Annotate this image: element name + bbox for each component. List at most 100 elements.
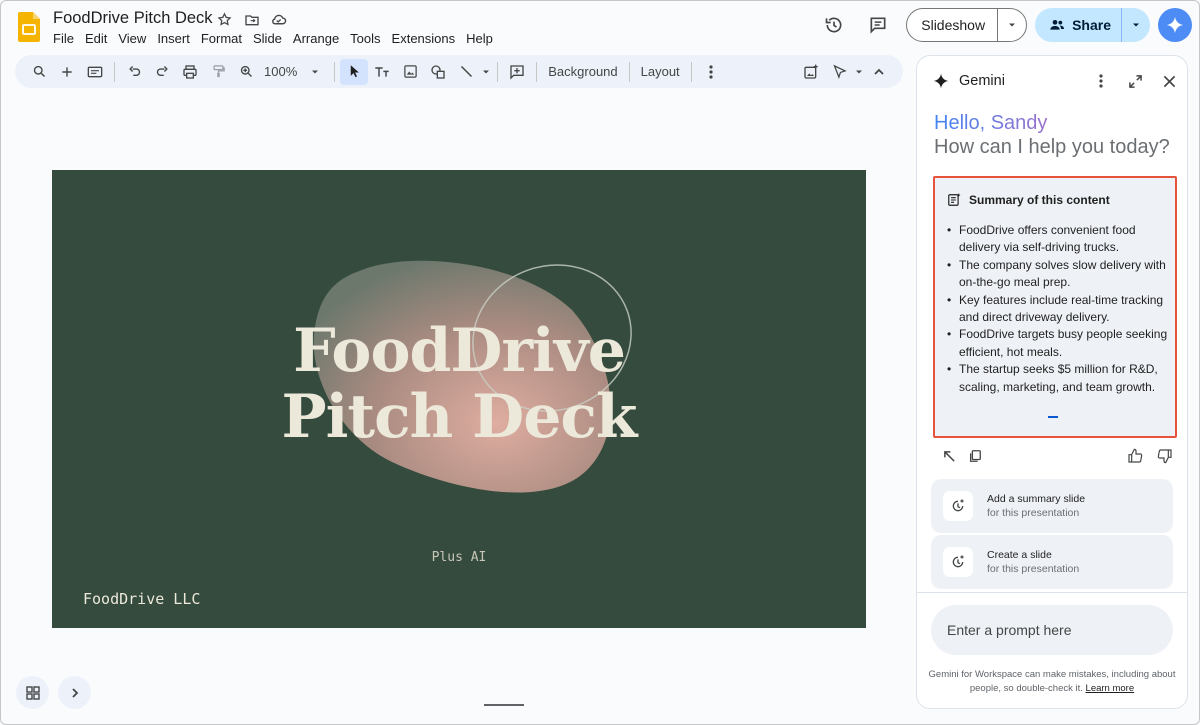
people-icon bbox=[1050, 20, 1065, 30]
menu-slide[interactable]: Slide bbox=[253, 31, 287, 46]
gemini-side-panel: Gemini Hello, Sandy How can I help you t… bbox=[916, 55, 1188, 709]
star-icon[interactable] bbox=[216, 11, 233, 28]
slide-title-line2: Pitch Deck bbox=[281, 382, 638, 452]
toolbar-separator bbox=[497, 61, 499, 82]
thumbs-up-icon[interactable] bbox=[1127, 448, 1143, 464]
history-icon[interactable] bbox=[820, 11, 848, 39]
slide-title[interactable]: FoodDrive Pitch Deck bbox=[52, 318, 866, 450]
summary-card: Summary of this content FoodDrive offers… bbox=[933, 176, 1177, 438]
suggestion-add-summary-slide[interactable]: Add a summary slide for this presentatio… bbox=[931, 479, 1173, 533]
shape-icon[interactable] bbox=[424, 59, 452, 85]
gemini-star-icon bbox=[933, 73, 949, 89]
grid-view-icon[interactable] bbox=[16, 676, 49, 709]
slides-logo-icon[interactable] bbox=[18, 12, 40, 42]
summary-bullet: FoodDrive targets busy people seeking ef… bbox=[947, 326, 1173, 361]
summary-heading-text: Summary of this content bbox=[969, 193, 1110, 207]
mode-dropdown-icon[interactable] bbox=[853, 59, 865, 85]
suggestion-spark-icon bbox=[943, 491, 973, 521]
slide-canvas[interactable]: FoodDrive Pitch Deck Plus AI FoodDrive L… bbox=[52, 170, 866, 628]
slideshow-label[interactable]: Slideshow bbox=[907, 9, 999, 41]
thumbs-down-icon[interactable] bbox=[1157, 448, 1173, 464]
background-button[interactable]: Background bbox=[542, 64, 623, 79]
disclaimer: Gemini for Workspace can make mistakes, … bbox=[927, 668, 1177, 695]
toolbar-separator bbox=[334, 61, 336, 82]
text-box-icon[interactable] bbox=[368, 59, 396, 85]
summary-bullet: FoodDrive offers convenient food deliver… bbox=[947, 222, 1173, 257]
summary-list: FoodDrive offers convenient food deliver… bbox=[947, 222, 1173, 396]
loading-dash bbox=[1048, 416, 1058, 418]
menu-extensions[interactable]: Extensions bbox=[392, 31, 461, 46]
select-cursor-icon[interactable] bbox=[340, 58, 369, 85]
zoom-icon[interactable] bbox=[232, 59, 260, 85]
comments-icon[interactable] bbox=[864, 11, 892, 39]
document-title[interactable]: FoodDrive Pitch Deck bbox=[53, 9, 213, 28]
menu-insert[interactable]: Insert bbox=[157, 31, 195, 46]
gemini-panel-title: Gemini bbox=[959, 73, 1005, 89]
menu-edit[interactable]: Edit bbox=[85, 31, 112, 46]
menu-bar: File Edit View Insert Format Slide Arran… bbox=[53, 31, 504, 46]
learn-more-link[interactable]: Learn more bbox=[1086, 683, 1135, 694]
summary-bullet: The startup seeks $5 million for R&D, sc… bbox=[947, 361, 1173, 396]
print-icon[interactable] bbox=[176, 59, 204, 85]
summary-doc-icon bbox=[948, 193, 961, 206]
share-main[interactable]: Share bbox=[1035, 8, 1122, 42]
prompt-input[interactable] bbox=[931, 605, 1173, 655]
summary-bullet: Key features include real-time tracking … bbox=[947, 292, 1173, 327]
collapse-toolbar-icon[interactable] bbox=[865, 59, 893, 85]
menu-tools[interactable]: Tools bbox=[350, 31, 385, 46]
menu-file[interactable]: File bbox=[53, 31, 79, 46]
suggestion-subtitle: for this presentation bbox=[987, 507, 1080, 519]
suggestion-subtitle: for this presentation bbox=[987, 563, 1080, 575]
more-vert-icon[interactable] bbox=[1093, 73, 1109, 89]
share-dropdown-icon[interactable] bbox=[1122, 8, 1150, 42]
suggestion-create-slide[interactable]: Create a slide for this presentation bbox=[931, 535, 1173, 589]
slideshow-dropdown-icon[interactable] bbox=[998, 9, 1026, 41]
menu-format[interactable]: Format bbox=[201, 31, 247, 46]
expand-panel-icon[interactable] bbox=[1127, 73, 1143, 89]
editing-mode-icon[interactable] bbox=[825, 59, 853, 85]
gemini-panel-header: Gemini bbox=[933, 70, 1177, 92]
search-menus-icon[interactable] bbox=[25, 59, 53, 85]
title-icons bbox=[216, 11, 287, 28]
line-icon[interactable] bbox=[452, 59, 480, 85]
header-actions: Slideshow Share bbox=[820, 8, 1192, 42]
suggestion-spark-icon bbox=[943, 547, 973, 577]
response-actions bbox=[941, 448, 1173, 464]
gemini-sparkle-icon[interactable] bbox=[1158, 8, 1192, 42]
toolbar-separator bbox=[114, 61, 115, 82]
close-icon[interactable] bbox=[1161, 73, 1177, 89]
slide-subtitle[interactable]: Plus AI bbox=[52, 550, 866, 565]
greeting: Hello, Sandy bbox=[934, 112, 1048, 134]
more-options-icon[interactable] bbox=[697, 59, 725, 85]
undo-icon[interactable] bbox=[120, 59, 148, 85]
toolbar-separator bbox=[536, 61, 538, 82]
toolbar: 100% Background Layout bbox=[15, 55, 903, 88]
zoom-level[interactable]: 100% bbox=[260, 64, 301, 79]
move-to-folder-icon[interactable] bbox=[243, 11, 260, 28]
slideshow-button[interactable]: Slideshow bbox=[906, 8, 1028, 42]
redo-icon[interactable] bbox=[148, 59, 176, 85]
speaker-notes-drag-handle[interactable] bbox=[484, 704, 524, 706]
slide-layout-icon[interactable] bbox=[81, 59, 109, 85]
insert-arrow-icon[interactable] bbox=[941, 448, 957, 464]
menu-view[interactable]: View bbox=[118, 31, 151, 46]
toolbar-separator bbox=[690, 61, 692, 82]
share-button[interactable]: Share bbox=[1035, 8, 1150, 42]
line-dropdown-icon[interactable] bbox=[480, 59, 492, 85]
copy-icon[interactable] bbox=[967, 448, 983, 464]
add-image-sparkle-icon[interactable] bbox=[797, 59, 825, 85]
zoom-dropdown-icon[interactable] bbox=[301, 59, 329, 85]
layout-button[interactable]: Layout bbox=[635, 64, 686, 79]
expand-filmstrip-icon[interactable] bbox=[58, 676, 91, 709]
insert-image-icon[interactable] bbox=[396, 59, 424, 85]
menu-help[interactable]: Help bbox=[466, 31, 498, 46]
cloud-saved-icon[interactable] bbox=[270, 11, 287, 28]
add-comment-icon[interactable] bbox=[503, 59, 531, 85]
new-slide-icon[interactable] bbox=[53, 59, 81, 85]
slide-company-name[interactable]: FoodDrive LLC bbox=[83, 590, 200, 608]
paint-format-icon[interactable] bbox=[204, 59, 232, 85]
share-label: Share bbox=[1072, 17, 1111, 33]
toolbar-separator bbox=[628, 61, 630, 82]
greeting-question: How can I help you today? bbox=[934, 136, 1170, 158]
menu-arrange[interactable]: Arrange bbox=[293, 31, 344, 46]
